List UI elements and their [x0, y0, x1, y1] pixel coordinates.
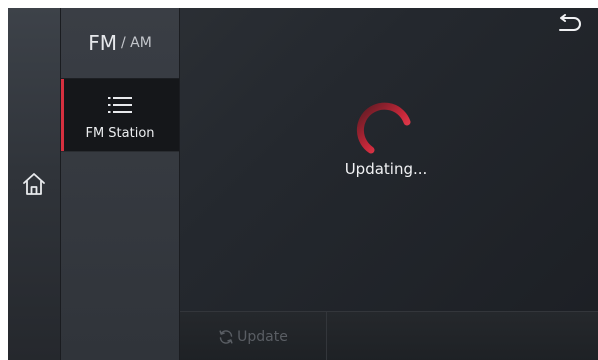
back-arrow-icon — [559, 14, 581, 31]
update-button-label: Update — [237, 328, 288, 345]
band-fm-label: FM — [88, 31, 117, 55]
update-button[interactable]: Update — [180, 312, 327, 360]
bottom-toolbar: Update — [180, 311, 598, 360]
home-rail — [8, 8, 61, 360]
home-icon[interactable] — [21, 171, 47, 197]
loading-spinner-icon — [348, 94, 420, 166]
menu-item-fm-station[interactable]: FM Station — [61, 79, 179, 152]
list-icon — [108, 95, 132, 115]
band-selector[interactable]: FM / AM — [61, 8, 179, 79]
band-am-label: / AM — [120, 35, 152, 51]
status-text: Updating... — [344, 160, 428, 178]
menu-item-label: FM Station — [85, 126, 155, 141]
refresh-icon — [219, 329, 233, 344]
radio-screen: FM / AM FM Station Updating... Update — [8, 8, 598, 360]
side-menu: FM / AM FM Station — [61, 8, 180, 360]
back-button[interactable] — [554, 14, 584, 38]
